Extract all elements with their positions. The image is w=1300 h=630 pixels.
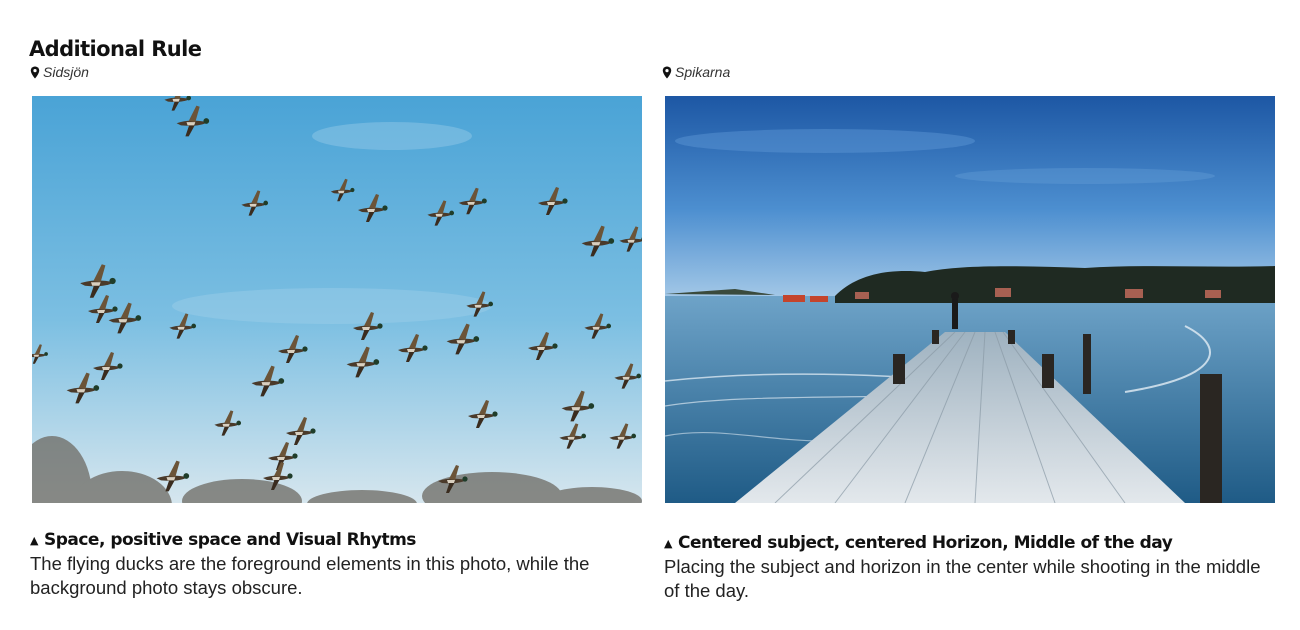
map-pin-icon bbox=[30, 66, 40, 78]
photo-flying-ducks bbox=[32, 96, 642, 503]
triangle-up-icon: ▲ bbox=[664, 536, 672, 550]
caption-title-text: Space, positive space and Visual Rhytms bbox=[43, 530, 416, 550]
photo-centered-dock bbox=[665, 96, 1275, 503]
location-text: Sidsjön bbox=[43, 64, 89, 80]
ducks-illustration bbox=[32, 96, 642, 503]
caption-title-right: ▲ Centered subject, centered Horizon, Mi… bbox=[664, 533, 1173, 553]
caption-text-right: Placing the subject and horizon in the c… bbox=[664, 556, 1261, 601]
triangle-up-icon: ▲ bbox=[30, 533, 38, 547]
page-title: Additional Rule bbox=[29, 37, 202, 61]
map-pin-icon bbox=[662, 66, 672, 78]
caption-title-text: Centered subject, centered Horizon, Midd… bbox=[677, 533, 1173, 553]
dock-illustration bbox=[665, 96, 1275, 503]
location-text: Spikarna bbox=[675, 64, 731, 80]
location-label-right: Spikarna bbox=[662, 64, 730, 80]
caption-text-left: The flying ducks are the foreground elem… bbox=[30, 553, 590, 598]
caption-title-left: ▲ Space, positive space and Visual Rhytm… bbox=[30, 530, 416, 550]
location-label-left: Sidsjön bbox=[30, 64, 89, 80]
